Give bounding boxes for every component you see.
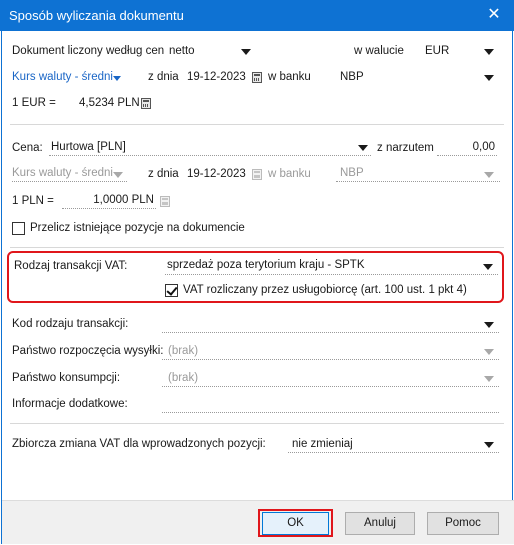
dispatch-country-label: Państwo rozpoczęcia wysyłki: [12,345,164,357]
markup-label: z narzutem [377,142,434,154]
chevron-down-icon [113,76,121,81]
ok-button[interactable]: OK [262,512,329,535]
recalc-checkbox[interactable] [12,222,25,235]
dispatch-country-dropdown[interactable]: (brak) [162,342,499,360]
chevron-down-icon [484,442,494,448]
rate-type-value: Kurs waluty - średni [12,71,113,83]
additional-info-input[interactable] [162,395,499,413]
chevron-down-icon [484,376,494,382]
calendar-icon[interactable] [252,72,262,83]
bulk-vat-value: nie zmieniaj [292,438,353,450]
close-icon[interactable]: ✕ [484,5,504,25]
price-type-dropdown[interactable]: netto [169,43,254,60]
date-label: z dnia [148,71,179,83]
calculator-icon[interactable] [141,98,151,109]
price-rate-value: 1,0000 PLN [93,194,154,206]
chevron-down-icon [358,145,368,151]
transaction-code-label: Kod rodzaju transakcji: [12,318,129,330]
currency-value: EUR [425,45,450,57]
consumption-country-value: (brak) [168,372,199,384]
price-rate-type-dropdown[interactable]: Kurs waluty - średni [12,164,127,182]
rate-unit-label: 1 EUR = [12,97,56,109]
dialog-body: Dokument liczony według cen netto w walu… [1,31,514,544]
window-title: Sposób wyliczania dokumentu [9,8,184,23]
chevron-down-icon [484,322,494,328]
chevron-down-icon [484,75,494,81]
divider [10,247,504,248]
recalc-label: Przelicz istniejące pozycje na dokumenci… [30,222,245,234]
cancel-button[interactable]: Anuluj [345,512,415,535]
price-date-field[interactable]: 19-12-2023 [187,168,246,180]
currency-label: w walucie [354,45,404,57]
price-type-value: netto [169,45,195,57]
date-field[interactable]: 19-12-2023 [187,71,246,83]
vat-service-checkbox[interactable] [165,284,178,297]
price-dropdown[interactable]: Hurtowa [PLN] [49,138,371,156]
button-bar: OK Anuluj Pomoc [2,500,514,544]
currency-dropdown[interactable]: EUR [425,43,500,60]
vat-type-dropdown[interactable]: sprzedaż poza terytorium kraju - SPTK [165,257,498,275]
price-label: Cena: [12,142,43,154]
bulk-vat-dropdown[interactable]: nie zmieniaj [288,435,499,453]
bulk-vat-label: Zbiorcza zmiana VAT dla wprowadzonych po… [12,438,266,450]
price-rate-value-field[interactable]: 1,0000 PLN [62,191,156,209]
help-button[interactable]: Pomoc [427,512,499,535]
transaction-code-dropdown[interactable] [162,315,499,333]
additional-info-label: Informacje dodatkowe: [12,398,128,410]
chevron-down-icon [484,349,494,355]
dispatch-country-value: (brak) [168,345,199,357]
vat-service-label: VAT rozliczany przez usługobiorcę (art. … [183,284,467,296]
chevron-down-icon [484,49,494,55]
vat-type-label: Rodzaj transakcji VAT: [14,260,128,272]
chevron-down-icon [484,172,494,178]
vat-type-value: sprzedaż poza terytorium kraju - SPTK [167,259,365,271]
markup-value: 0,00 [472,141,495,153]
consumption-country-dropdown[interactable]: (brak) [162,369,499,387]
doc-price-label: Dokument liczony według cen [12,45,165,57]
bank-value: NBP [340,71,364,83]
rate-type-dropdown[interactable]: Kurs waluty - średni [12,70,124,87]
price-rate-unit-label: 1 PLN = [12,195,54,207]
divider [10,423,504,424]
price-rate-type-value: Kurs waluty - średni [12,167,113,179]
price-bank-label: w banku [268,168,311,180]
chevron-down-icon [113,172,123,178]
rate-value-field[interactable]: 4,5234 PLN [79,97,140,109]
calculator-icon[interactable] [160,196,170,207]
consumption-country-label: Państwo konsumpcji: [12,372,121,384]
bank-label: w banku [268,71,311,83]
chevron-down-icon [483,264,493,270]
title-bar: Sposób wyliczania dokumentu ✕ [0,0,514,31]
markup-input[interactable]: 0,00 [437,138,497,156]
chevron-down-icon [241,49,251,55]
price-value: Hurtowa [PLN] [51,141,126,153]
divider [10,124,504,125]
price-bank-value: NBP [340,167,364,179]
price-date-label: z dnia [148,168,179,180]
bank-dropdown[interactable]: NBP [340,69,500,86]
price-bank-dropdown[interactable]: NBP [336,164,500,182]
calendar-icon[interactable] [252,169,262,180]
